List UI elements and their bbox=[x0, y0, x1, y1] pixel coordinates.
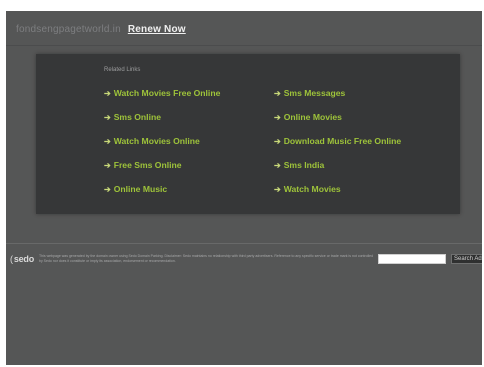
arrow-right-icon: ➔ bbox=[274, 113, 281, 122]
footer-divider bbox=[6, 243, 482, 244]
related-link-label: Download Music Free Online bbox=[283, 136, 402, 146]
related-link[interactable]: ➔ Watch Movies bbox=[274, 184, 341, 194]
related-link-label: Online Music bbox=[113, 184, 168, 194]
search-ads-button[interactable]: Search Ads bbox=[451, 254, 482, 264]
related-link-label: Free Sms Online bbox=[113, 160, 182, 170]
related-link-label: Online Movies bbox=[283, 112, 342, 122]
related-link[interactable]: ➔ Sms India bbox=[274, 160, 324, 170]
related-link[interactable]: ➔ Free Sms Online bbox=[104, 160, 182, 170]
related-link[interactable]: ➔ Download Music Free Online bbox=[274, 136, 401, 146]
sedo-logo[interactable]: (sedo bbox=[10, 254, 34, 264]
related-links-panel: Related Links ➔ Watch Movies Free Online … bbox=[36, 54, 460, 214]
related-links-title: Related Links bbox=[104, 67, 141, 73]
arrow-right-icon: ➔ bbox=[104, 113, 111, 122]
related-link[interactable]: ➔ Sms Online bbox=[104, 112, 161, 122]
arrow-right-icon: ➔ bbox=[274, 137, 281, 146]
renew-now-link[interactable]: Renew Now bbox=[128, 24, 186, 35]
related-link[interactable]: ➔ Online Movies bbox=[274, 112, 342, 122]
related-link-label: Watch Movies Free Online bbox=[113, 88, 221, 98]
related-link-label: Sms India bbox=[283, 160, 325, 170]
related-link-label: Sms Online bbox=[113, 112, 161, 122]
sedo-logo-text: sedo bbox=[13, 254, 35, 264]
related-link-label: Watch Movies bbox=[283, 184, 341, 194]
related-link-label: Watch Movies Online bbox=[113, 136, 200, 146]
footer-bar: (sedo This webpage was generated by the … bbox=[6, 249, 482, 269]
related-link[interactable]: ➔ Watch Movies Online bbox=[104, 136, 200, 146]
page-frame: fondsengpagetworld.in Renew Now Related … bbox=[6, 11, 482, 365]
footer-disclaimer: This webpage was generated by the domain… bbox=[39, 254, 374, 263]
top-bar: fondsengpagetworld.in Renew Now bbox=[16, 24, 186, 35]
arrow-right-icon: ➔ bbox=[274, 161, 281, 170]
arrow-right-icon: ➔ bbox=[104, 185, 111, 194]
domain-name: fondsengpagetworld.in bbox=[16, 24, 121, 35]
arrow-right-icon: ➔ bbox=[104, 137, 111, 146]
arrow-right-icon: ➔ bbox=[104, 161, 111, 170]
search-input[interactable] bbox=[378, 254, 446, 264]
header-divider bbox=[6, 45, 482, 46]
related-link[interactable]: ➔ Online Music bbox=[104, 184, 167, 194]
arrow-right-icon: ➔ bbox=[274, 185, 281, 194]
related-link[interactable]: ➔ Watch Movies Free Online bbox=[104, 88, 220, 98]
related-link[interactable]: ➔ Sms Messages bbox=[274, 88, 345, 98]
arrow-right-icon: ➔ bbox=[104, 89, 111, 98]
sedo-swoosh-icon: ( bbox=[10, 254, 13, 264]
arrow-right-icon: ➔ bbox=[274, 89, 281, 98]
related-link-label: Sms Messages bbox=[283, 88, 346, 98]
